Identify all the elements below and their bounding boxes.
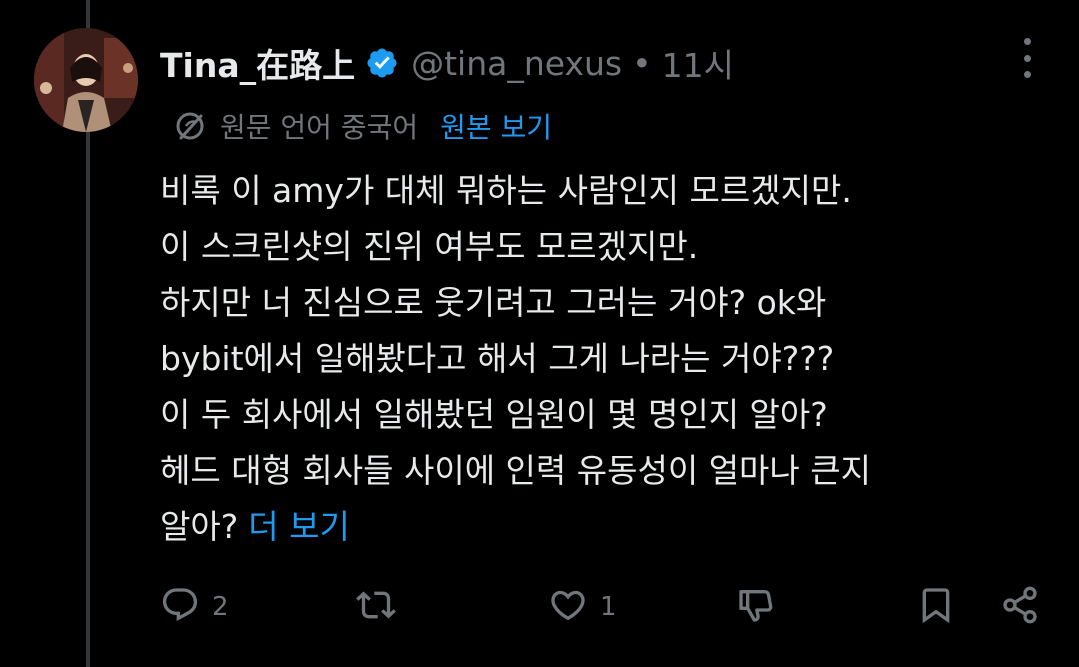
tweet-line: 비록 이 amy가 대체 뭐하는 사람인지 모르겠지만. (160, 171, 852, 210)
translation-label: 원문 언어 중국어 (220, 111, 419, 144)
translate-icon (172, 108, 208, 144)
like-icon (548, 585, 588, 629)
tweet-line: 하지만 너 진심으로 웃기려고 그러는 거야? ok와 (160, 283, 827, 322)
translation-notice: 원문 언어 중국어 원본 보기 (172, 104, 552, 148)
reply-button[interactable]: 2 (160, 585, 229, 629)
author-handle[interactable]: @tina_nexus (411, 44, 622, 83)
header-separator: • (632, 43, 652, 83)
reply-count: 2 (212, 592, 229, 622)
verified-badge-icon (365, 46, 399, 80)
dislike-button[interactable] (736, 585, 776, 629)
author-display-name[interactable]: Tina_在路上 (160, 39, 355, 87)
share-button[interactable] (1000, 585, 1040, 629)
show-original-link[interactable]: 원본 보기 (440, 106, 552, 146)
tweet-header: Tina_在路上 @tina_nexus • 11시 (160, 40, 734, 86)
more-icon[interactable] (1016, 38, 1038, 78)
avatar-photo (34, 28, 138, 132)
tweet-last-line: 알아? 더 보기 (160, 499, 1040, 555)
like-count: 1 (600, 592, 617, 622)
tweet-line: bybit에서 일해봤다고 해서 그게 나라는 거야??? (160, 339, 835, 378)
bookmark-icon (916, 585, 956, 629)
retweet-icon (356, 585, 396, 629)
avatar[interactable] (34, 28, 138, 132)
like-button[interactable]: 1 (548, 585, 617, 629)
tweet-timestamp[interactable]: 11시 (662, 39, 734, 87)
bookmark-button[interactable] (916, 585, 956, 629)
dislike-icon (736, 585, 776, 629)
retweet-button[interactable] (356, 585, 408, 629)
tweet-text: 비록 이 amy가 대체 뭐하는 사람인지 모르겠지만. 이 스크린샷의 진위 … (160, 163, 1040, 555)
action-bar: 2 1 (160, 585, 1050, 629)
tweet-line: 알아? (160, 507, 239, 546)
tweet-line: 헤드 대형 회사들 사이에 인력 유동성이 얼마나 큰지 (160, 451, 871, 490)
tweet-line: 이 스크린샷의 진위 여부도 모르겠지만. (160, 227, 699, 266)
tweet-line: 이 두 회사에서 일해봤던 임원이 몇 명인지 알아? (160, 395, 828, 434)
show-more-link[interactable]: 더 보기 (248, 507, 350, 546)
share-icon (1000, 585, 1040, 629)
reply-icon (160, 585, 200, 629)
